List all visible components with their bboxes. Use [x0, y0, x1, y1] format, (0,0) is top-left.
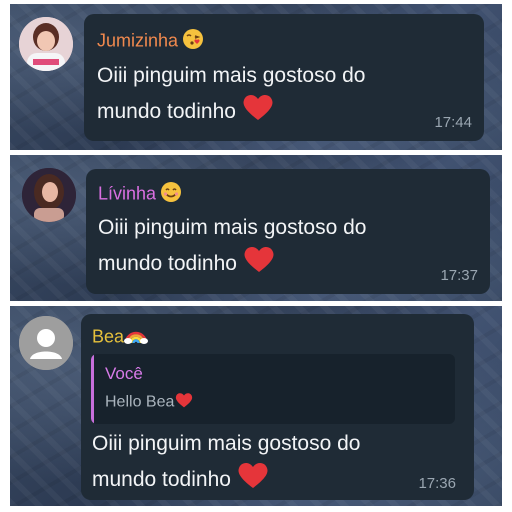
- red-heart-icon: [242, 93, 274, 132]
- chat-screenshot-2: Lívinha Oiii pinguim mais gostoso do mun…: [10, 155, 502, 301]
- sender-name[interactable]: Bea: [92, 325, 149, 350]
- avatar[interactable]: [19, 17, 73, 71]
- avatar[interactable]: [22, 168, 76, 222]
- red-heart-icon: [237, 461, 269, 500]
- default-person-icon: [19, 316, 73, 370]
- chat-screenshot-1: Jumizinha Oiii pinguim mais gostoso do m…: [10, 4, 502, 150]
- user-photo-icon: [22, 168, 76, 222]
- red-heart-icon: [175, 392, 193, 413]
- timestamp: 17:37: [440, 267, 478, 284]
- reply-author: Você: [105, 364, 143, 383]
- timestamp: 17:36: [418, 475, 456, 492]
- kissing-face-icon: [182, 28, 204, 55]
- message-text: Oiii pinguim mais gostoso do mundo todin…: [98, 211, 418, 284]
- message-bubble[interactable]: Jumizinha Oiii pinguim mais gostoso do m…: [84, 14, 484, 141]
- message-text: Oiii pinguim mais gostoso do mundo todin…: [92, 427, 412, 500]
- red-heart-icon: [243, 245, 275, 284]
- reply-preview[interactable]: Você Hello Bea: [91, 354, 455, 424]
- timestamp: 17:44: [434, 114, 472, 131]
- user-photo-icon: [19, 17, 73, 71]
- rainbow-icon: [124, 325, 149, 350]
- avatar[interactable]: [19, 316, 73, 370]
- message-bubble[interactable]: Bea Você Hello Bea Oiii pinguim mais gos…: [81, 314, 474, 500]
- reply-text: Hello Bea: [105, 392, 193, 413]
- sender-name[interactable]: Jumizinha: [97, 28, 204, 55]
- message-bubble[interactable]: Lívinha Oiii pinguim mais gostoso do mun…: [86, 169, 490, 294]
- smiling-face-icon: [160, 181, 182, 208]
- reply-accent-bar: [91, 354, 94, 424]
- chat-screenshot-3: Bea Você Hello Bea Oiii pinguim mais gos…: [10, 306, 502, 506]
- sender-name[interactable]: Lívinha: [98, 181, 182, 208]
- message-text: Oiii pinguim mais gostoso do mundo todin…: [97, 59, 417, 132]
